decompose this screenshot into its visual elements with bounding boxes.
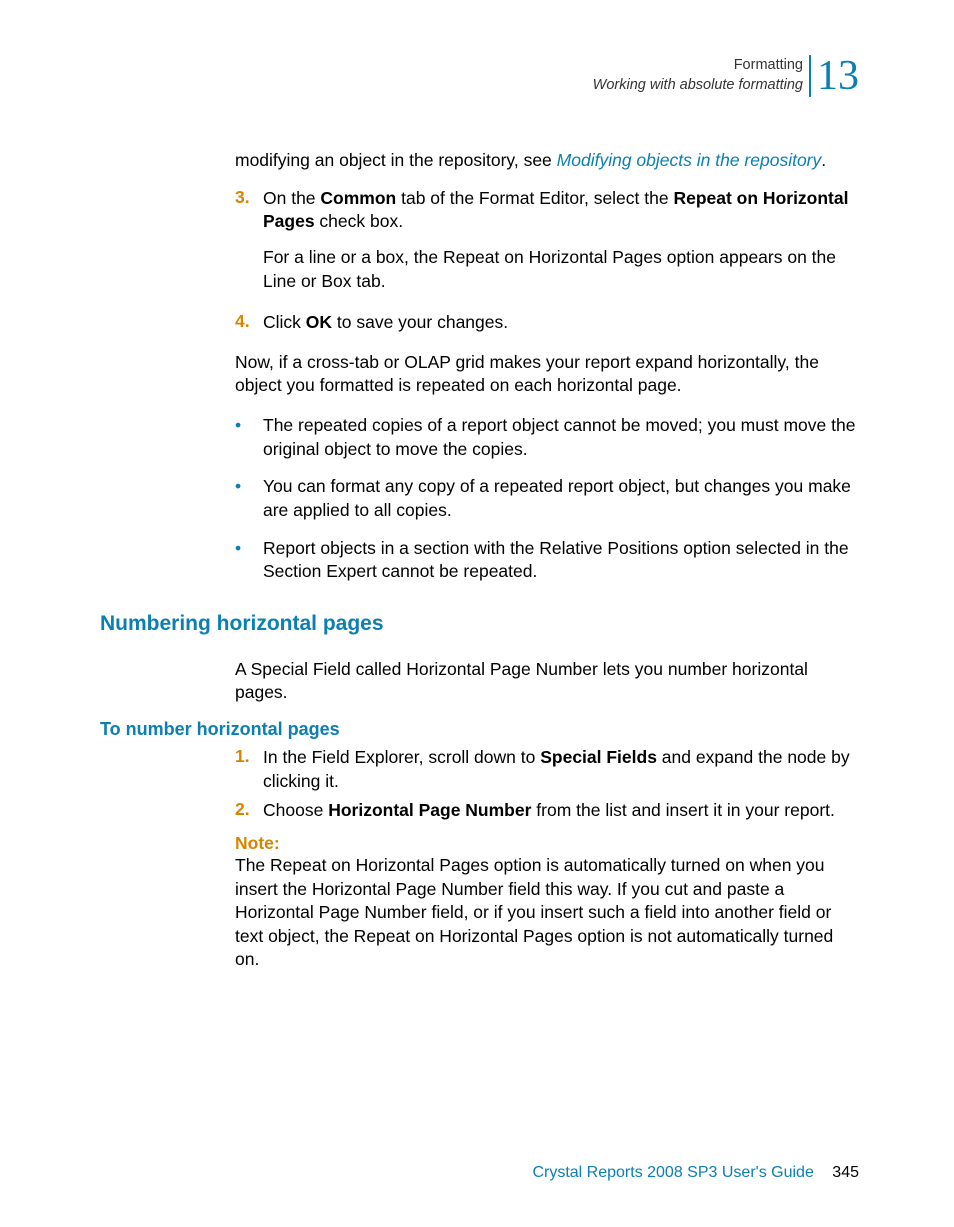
section-content: A Special Field called Horizontal Page N…: [100, 658, 859, 705]
link-modifying-objects[interactable]: Modifying objects in the repository: [557, 150, 822, 170]
bullet-item: • Report objects in a section with the R…: [235, 537, 859, 584]
step-number: 2.: [235, 799, 263, 823]
note-label: Note:: [235, 833, 859, 854]
bullet-icon: •: [235, 414, 263, 461]
step-sub-paragraph: For a line or a box, the Repeat on Horiz…: [263, 246, 859, 293]
intro-lead: modifying an object in the repository, s…: [235, 150, 557, 170]
step-number: 1.: [235, 746, 263, 793]
heading-numbering-horizontal: Numbering horizontal pages: [100, 612, 859, 636]
bullet-icon: •: [235, 537, 263, 584]
breadcrumb: Working with absolute formatting: [593, 76, 803, 96]
step-3: 3. On the Common tab of the Format Edito…: [235, 187, 859, 306]
footer-title: Crystal Reports 2008 SP3 User's Guide: [532, 1164, 813, 1181]
note-block: Note: The Repeat on Horizontal Pages opt…: [235, 833, 859, 972]
bullet-item: • You can format any copy of a repeated …: [235, 475, 859, 522]
chapter-number: 13: [809, 55, 859, 97]
step-body: On the Common tab of the Format Editor, …: [263, 187, 859, 306]
step-number: 4.: [235, 311, 263, 335]
bullet-icon: •: [235, 475, 263, 522]
step-4: 4. Click OK to save your changes.: [235, 311, 859, 335]
heading-to-number-pages: To number horizontal pages: [100, 719, 859, 740]
result-paragraph: Now, if a cross-tab or OLAP grid makes y…: [235, 351, 859, 398]
body-content: modifying an object in the repository, s…: [100, 149, 859, 584]
step-body: In the Field Explorer, scroll down to Sp…: [263, 746, 859, 793]
step-2: 2. Choose Horizontal Page Number from th…: [235, 799, 859, 823]
note-body: The Repeat on Horizontal Pages option is…: [235, 854, 859, 972]
page-header: Formatting Working with absolute formatt…: [100, 55, 859, 97]
bullet-text: Report objects in a section with the Rel…: [263, 537, 859, 584]
step-number: 3.: [235, 187, 263, 306]
page-footer: Crystal Reports 2008 SP3 User's Guide 34…: [532, 1164, 859, 1182]
chapter-label: Formatting: [593, 56, 803, 76]
step-body: Click OK to save your changes.: [263, 311, 508, 335]
subsection-content: 1. In the Field Explorer, scroll down to…: [100, 746, 859, 972]
section-intro: A Special Field called Horizontal Page N…: [235, 658, 859, 705]
bullet-text: The repeated copies of a report object c…: [263, 414, 859, 461]
step-body: Choose Horizontal Page Number from the l…: [263, 799, 835, 823]
bullet-item: • The repeated copies of a report object…: [235, 414, 859, 461]
intro-paragraph: modifying an object in the repository, s…: [235, 149, 859, 173]
step-1: 1. In the Field Explorer, scroll down to…: [235, 746, 859, 793]
bullet-text: You can format any copy of a repeated re…: [263, 475, 859, 522]
intro-tail: .: [821, 150, 826, 170]
footer-page-number: 345: [832, 1164, 859, 1181]
